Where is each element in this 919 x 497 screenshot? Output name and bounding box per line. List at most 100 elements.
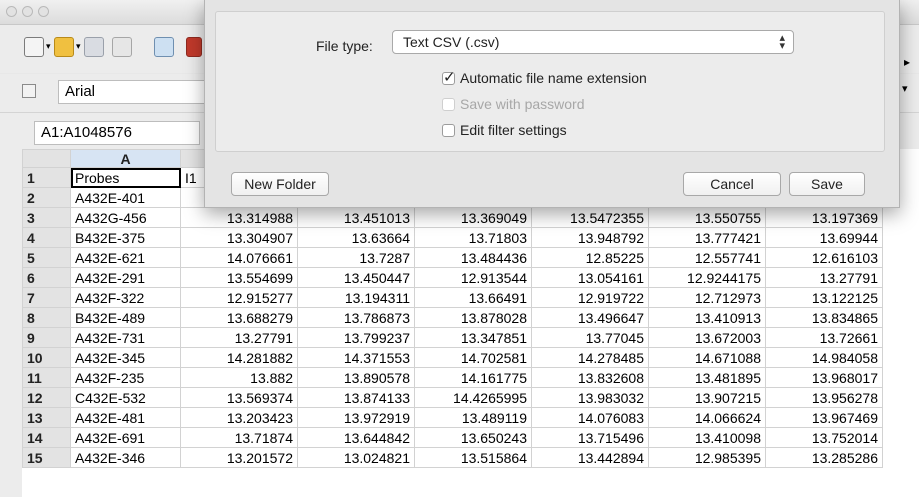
- cell-label[interactable]: B432E-489: [70, 307, 181, 328]
- cell-value[interactable]: 13.907215: [648, 387, 766, 408]
- option-edit-filter[interactable]: Edit filter settings: [442, 122, 567, 138]
- cell-value[interactable]: 14.984058: [765, 347, 883, 368]
- row-header[interactable]: 15: [22, 447, 71, 468]
- cell-value[interactable]: 13.569374: [180, 387, 298, 408]
- cell-value[interactable]: 13.878028: [414, 307, 532, 328]
- cell-value[interactable]: 13.203423: [180, 407, 298, 428]
- column-header-a[interactable]: A: [70, 149, 181, 168]
- cell-value[interactable]: 12.9244175: [648, 267, 766, 288]
- cell-value[interactable]: 13.688279: [180, 307, 298, 328]
- cell-value[interactable]: 12.913544: [414, 267, 532, 288]
- row-header[interactable]: 7: [22, 287, 71, 308]
- cell-value[interactable]: 13.484436: [414, 247, 532, 268]
- cell-value[interactable]: 13.968017: [765, 367, 883, 388]
- cell-value[interactable]: 13.983032: [531, 387, 649, 408]
- new-document-icon[interactable]: [24, 37, 44, 57]
- cell-value[interactable]: 13.410913: [648, 307, 766, 328]
- cell-value[interactable]: 13.777421: [648, 227, 766, 248]
- cell-value[interactable]: 13.834865: [765, 307, 883, 328]
- cell-label[interactable]: A432G-456: [70, 207, 181, 228]
- cell-value[interactable]: 13.71874: [180, 427, 298, 448]
- cell-value[interactable]: 13.956278: [765, 387, 883, 408]
- export-pdf-icon[interactable]: [186, 37, 202, 57]
- cell-value[interactable]: 13.882: [180, 367, 298, 388]
- cell-value[interactable]: 13.972919: [297, 407, 415, 428]
- cell-value[interactable]: 13.554699: [180, 267, 298, 288]
- styles-icon[interactable]: [22, 84, 36, 98]
- cell-label[interactable]: A432E-621: [70, 247, 181, 268]
- cell-value[interactable]: 13.442894: [531, 447, 649, 468]
- cell-value[interactable]: 13.450447: [297, 267, 415, 288]
- cancel-button[interactable]: Cancel: [683, 172, 781, 196]
- cell-label[interactable]: A432E-481: [70, 407, 181, 428]
- toolbar-overflow-icon[interactable]: ▸: [904, 55, 910, 69]
- row-header[interactable]: 9: [22, 327, 71, 348]
- corner-cell[interactable]: [22, 149, 71, 168]
- cell-value[interactable]: 14.371553: [297, 347, 415, 368]
- save-button[interactable]: Save: [789, 172, 865, 196]
- cell-value[interactable]: 13.66491: [414, 287, 532, 308]
- cell-value[interactable]: 12.985395: [648, 447, 766, 468]
- cell-value[interactable]: 13.122125: [765, 287, 883, 308]
- row-header[interactable]: 12: [22, 387, 71, 408]
- cell-value[interactable]: 13.314988: [180, 207, 298, 228]
- cell-value[interactable]: 13.197369: [765, 207, 883, 228]
- cell-value[interactable]: 13.752014: [765, 427, 883, 448]
- cell-value[interactable]: 13.194311: [297, 287, 415, 308]
- toolbar-overflow-icon[interactable]: ▾: [902, 82, 908, 95]
- cell-label[interactable]: C432E-532: [70, 387, 181, 408]
- cell-value[interactable]: 13.799237: [297, 327, 415, 348]
- cell-label[interactable]: Probes: [70, 167, 181, 188]
- cell-label[interactable]: A432E-731: [70, 327, 181, 348]
- cell-value[interactable]: 13.77045: [531, 327, 649, 348]
- cell-value[interactable]: 14.066624: [648, 407, 766, 428]
- cell-label[interactable]: A432F-235: [70, 367, 181, 388]
- cell-value[interactable]: 13.967469: [765, 407, 883, 428]
- cell-value[interactable]: 13.7287: [297, 247, 415, 268]
- cell-value[interactable]: 13.890578: [297, 367, 415, 388]
- cell-label[interactable]: A432E-291: [70, 267, 181, 288]
- cell-value[interactable]: 12.85225: [531, 247, 649, 268]
- checkbox-auto-extension[interactable]: ✓: [442, 69, 456, 86]
- cell-value[interactable]: 13.515864: [414, 447, 532, 468]
- cell-value[interactable]: 13.948792: [531, 227, 649, 248]
- cell-value[interactable]: 14.161775: [414, 367, 532, 388]
- cell-value[interactable]: 12.919722: [531, 287, 649, 308]
- cell-label[interactable]: A432E-346: [70, 447, 181, 468]
- row-header[interactable]: 13: [22, 407, 71, 428]
- row-header[interactable]: 3: [22, 207, 71, 228]
- cell-label[interactable]: B432E-375: [70, 227, 181, 248]
- cell-value[interactable]: 14.076083: [531, 407, 649, 428]
- cell-value[interactable]: 13.832608: [531, 367, 649, 388]
- row-header[interactable]: 5: [22, 247, 71, 268]
- row-header[interactable]: 14: [22, 427, 71, 448]
- cell-value[interactable]: 13.650243: [414, 427, 532, 448]
- cell-value[interactable]: 13.201572: [180, 447, 298, 468]
- cell-value[interactable]: 13.5472355: [531, 207, 649, 228]
- row-header[interactable]: 1: [22, 167, 71, 188]
- dropdown-arrow-icon[interactable]: ▾: [76, 41, 81, 52]
- cell-value[interactable]: 13.550755: [648, 207, 766, 228]
- option-auto-extension[interactable]: ✓ Automatic file name extension: [442, 69, 647, 86]
- cell-label[interactable]: A432E-401: [70, 187, 181, 208]
- cell-value[interactable]: 13.672003: [648, 327, 766, 348]
- name-box-input[interactable]: A1:A1048576: [34, 121, 200, 145]
- cell-value[interactable]: 13.27791: [180, 327, 298, 348]
- cell-value[interactable]: 12.557741: [648, 247, 766, 268]
- dropdown-arrow-icon[interactable]: ▾: [46, 41, 51, 52]
- cell-value[interactable]: 13.27791: [765, 267, 883, 288]
- cell-value[interactable]: 13.285286: [765, 447, 883, 468]
- cell-value[interactable]: 13.496647: [531, 307, 649, 328]
- cell-value[interactable]: 13.481895: [648, 367, 766, 388]
- cell-value[interactable]: 13.024821: [297, 447, 415, 468]
- email-icon[interactable]: [112, 37, 132, 57]
- cell-value[interactable]: 12.915277: [180, 287, 298, 308]
- cell-value[interactable]: 14.076661: [180, 247, 298, 268]
- cell-value[interactable]: 12.616103: [765, 247, 883, 268]
- cell-label[interactable]: A432F-322: [70, 287, 181, 308]
- row-header[interactable]: 6: [22, 267, 71, 288]
- cell-value[interactable]: 13.451013: [297, 207, 415, 228]
- checkbox-edit-filter[interactable]: [442, 124, 455, 137]
- cell-value[interactable]: 13.63664: [297, 227, 415, 248]
- zoom-window-button[interactable]: [38, 6, 49, 17]
